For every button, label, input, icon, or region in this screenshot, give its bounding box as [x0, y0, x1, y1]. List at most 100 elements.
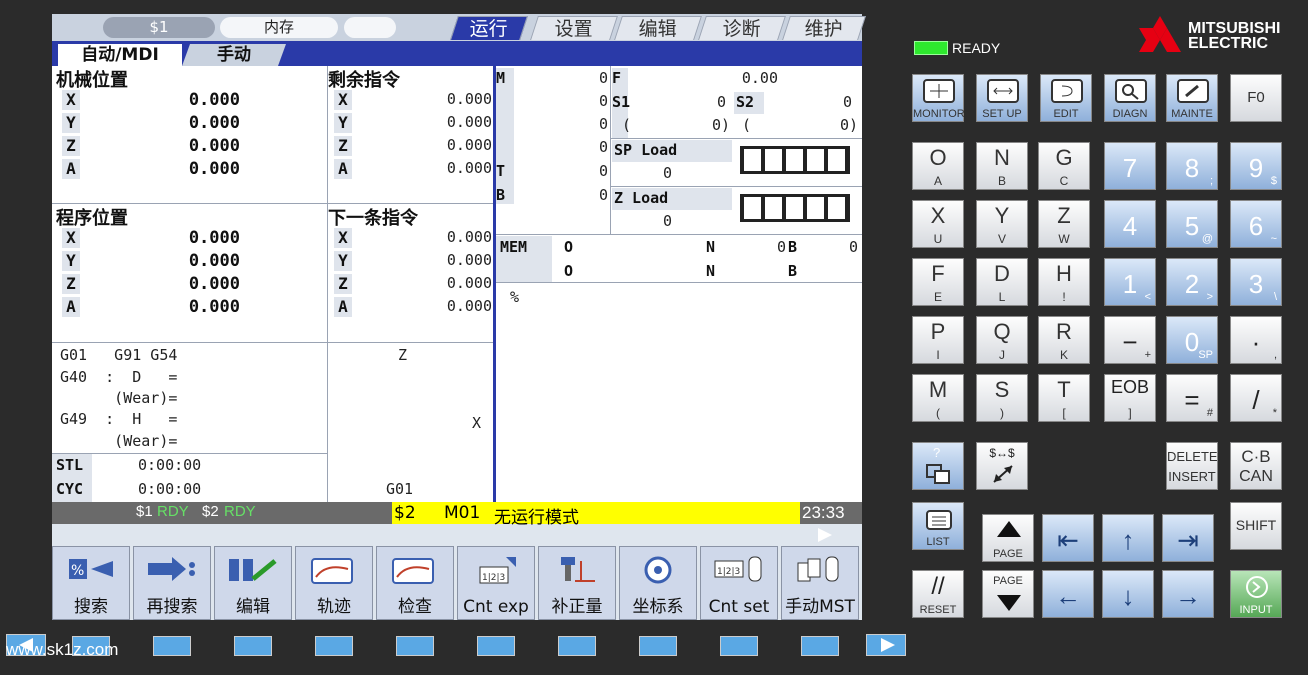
soft-key[interactable] [234, 636, 272, 656]
page-up-button[interactable]: PAGE [982, 514, 1034, 562]
soft-key[interactable] [558, 636, 596, 656]
key-num-0-1[interactable]: 8; [1166, 142, 1218, 190]
reset-icon: // [931, 573, 945, 600]
page-down-button[interactable]: PAGE [982, 570, 1034, 618]
key-g[interactable]: GC [1038, 142, 1090, 190]
list-button[interactable]: LIST [912, 502, 964, 550]
soft-key[interactable] [639, 636, 677, 656]
func-key-mainte[interactable]: MAINTE [1166, 74, 1218, 122]
func-key-diagn[interactable]: DIAGN [1104, 74, 1156, 122]
f-value: 0.00 [741, 69, 778, 87]
key-num-2-1[interactable]: 2 > [1166, 258, 1218, 306]
key-x[interactable]: XU [912, 200, 964, 248]
soft-key[interactable] [396, 636, 434, 656]
svg-text:%: % [71, 563, 84, 579]
menu-key-4[interactable]: 轨迹 [295, 546, 373, 620]
tab-run[interactable]: 运行 [450, 16, 528, 40]
key-num-1-1[interactable]: 5 @ [1166, 200, 1218, 248]
menu-key-3[interactable]: 编辑 [214, 546, 292, 620]
tab-diag[interactable]: 诊断 [698, 16, 786, 40]
func-key-monitor[interactable]: MONITOR [912, 74, 965, 122]
soft-key[interactable] [315, 636, 353, 656]
next-menu-button[interactable] [866, 634, 906, 656]
tab-maint[interactable]: 维护 [782, 16, 866, 40]
soft-key[interactable] [153, 636, 191, 656]
key-num-4-1[interactable]: = # [1166, 374, 1218, 422]
key-h[interactable]: H! [1038, 258, 1090, 306]
menu-key-2[interactable]: 再搜索 [133, 546, 211, 620]
subtab-manual[interactable]: 手动 [181, 44, 287, 66]
key-d[interactable]: DL [976, 258, 1028, 306]
menu-key-7[interactable]: 补正量 [538, 546, 616, 620]
tab-edit[interactable]: 编辑 [614, 16, 702, 40]
key-p[interactable]: PI [912, 316, 964, 364]
reset-button[interactable]: // RESET [912, 570, 964, 618]
key-num-2-0[interactable]: 1 < [1104, 258, 1156, 306]
end-button[interactable]: ⇥ [1162, 514, 1214, 562]
key-num-3-0[interactable]: − + [1104, 316, 1156, 364]
func-key-edit[interactable]: EDIT [1040, 74, 1092, 122]
key-o[interactable]: OA [912, 142, 964, 190]
key-main-label: F [931, 261, 945, 286]
key-num-1-0[interactable]: 4 [1104, 200, 1156, 248]
soft-key[interactable] [477, 636, 515, 656]
key-m[interactable]: M( [912, 374, 964, 422]
help-button[interactable]: ? [912, 442, 964, 490]
subtab-auto-mdi[interactable]: 自动/MDI [58, 44, 182, 66]
key-num-3-2[interactable]: ·, [1230, 316, 1282, 364]
soft-key[interactable] [720, 636, 758, 656]
menu-key-1[interactable]: % 搜索 [52, 546, 130, 620]
menu-key-9[interactable]: 1|2|3 Cnt set [700, 546, 778, 620]
menu-key-10[interactable]: 手动MST [781, 546, 859, 620]
row-divider [52, 342, 493, 343]
func-key-set-up[interactable]: SET UP [976, 74, 1028, 122]
axis-value: 0.000 [188, 297, 240, 317]
tab-setup[interactable]: 设置 [530, 16, 618, 40]
menu-key-5[interactable]: 检查 [376, 546, 454, 620]
key-q[interactable]: QJ [976, 316, 1028, 364]
z-load-value: 0 [662, 212, 672, 230]
key-s[interactable]: S) [976, 374, 1028, 422]
menu-key-6[interactable]: 1|2|3 Cnt exp [457, 546, 535, 620]
input-button[interactable]: INPUT [1230, 570, 1282, 618]
f-label: F [612, 69, 622, 87]
modal-line: G01 G91 G54 [60, 346, 178, 364]
mem-b1: B [788, 238, 798, 256]
key-y[interactable]: YV [976, 200, 1028, 248]
end-arrow-icon: ⇥ [1177, 525, 1199, 555]
down-arrow-button[interactable]: ↓ [1102, 570, 1154, 618]
key-num-4-2[interactable]: / * [1230, 374, 1282, 422]
key-main-label: EOB [1110, 377, 1149, 397]
menu-key-8[interactable]: 坐标系 [619, 546, 697, 620]
key-n[interactable]: NB [976, 142, 1028, 190]
memory-mode[interactable]: 内存 [220, 17, 338, 38]
key-num-0-2[interactable]: 9 $ [1230, 142, 1282, 190]
key-f[interactable]: FE [912, 258, 964, 306]
soft-key[interactable] [801, 636, 839, 656]
load-bar-segment [828, 197, 845, 219]
key-r[interactable]: RK [1038, 316, 1090, 364]
key-main-label: G [1055, 145, 1073, 170]
next-page-arrow-icon[interactable] [818, 528, 832, 542]
delete-insert-button[interactable]: DELETE INSERT [1166, 442, 1218, 490]
right-arrow-button[interactable]: → [1162, 570, 1214, 618]
system-switch-button[interactable]: $↔$ [976, 442, 1028, 490]
left-arrow-button[interactable]: ← [1042, 570, 1094, 618]
func-key-f0[interactable]: F0 [1230, 74, 1282, 122]
key-num-1-2[interactable]: 6 ~ [1230, 200, 1282, 248]
axis-label: Z [62, 274, 80, 294]
system-label[interactable]: $1 [103, 17, 215, 38]
watermark: www.sk1z.com [6, 640, 119, 659]
cb-can-button[interactable]: C·B CAN [1230, 442, 1282, 490]
shift-button[interactable]: SHIFT [1230, 502, 1282, 550]
up-arrow-button[interactable]: ↑ [1102, 514, 1154, 562]
key-t[interactable]: T[ [1038, 374, 1090, 422]
key-num-4-0[interactable]: EOB] [1104, 374, 1156, 422]
key-num-2-2[interactable]: 3 \ [1230, 258, 1282, 306]
home-button[interactable]: ⇤ [1042, 514, 1094, 562]
row-divider [496, 234, 862, 235]
key-num-0-0[interactable]: 7 [1104, 142, 1156, 190]
delete-label: DELETE [1167, 449, 1218, 464]
key-z[interactable]: ZW [1038, 200, 1090, 248]
key-num-3-1[interactable]: 0 SP [1166, 316, 1218, 364]
